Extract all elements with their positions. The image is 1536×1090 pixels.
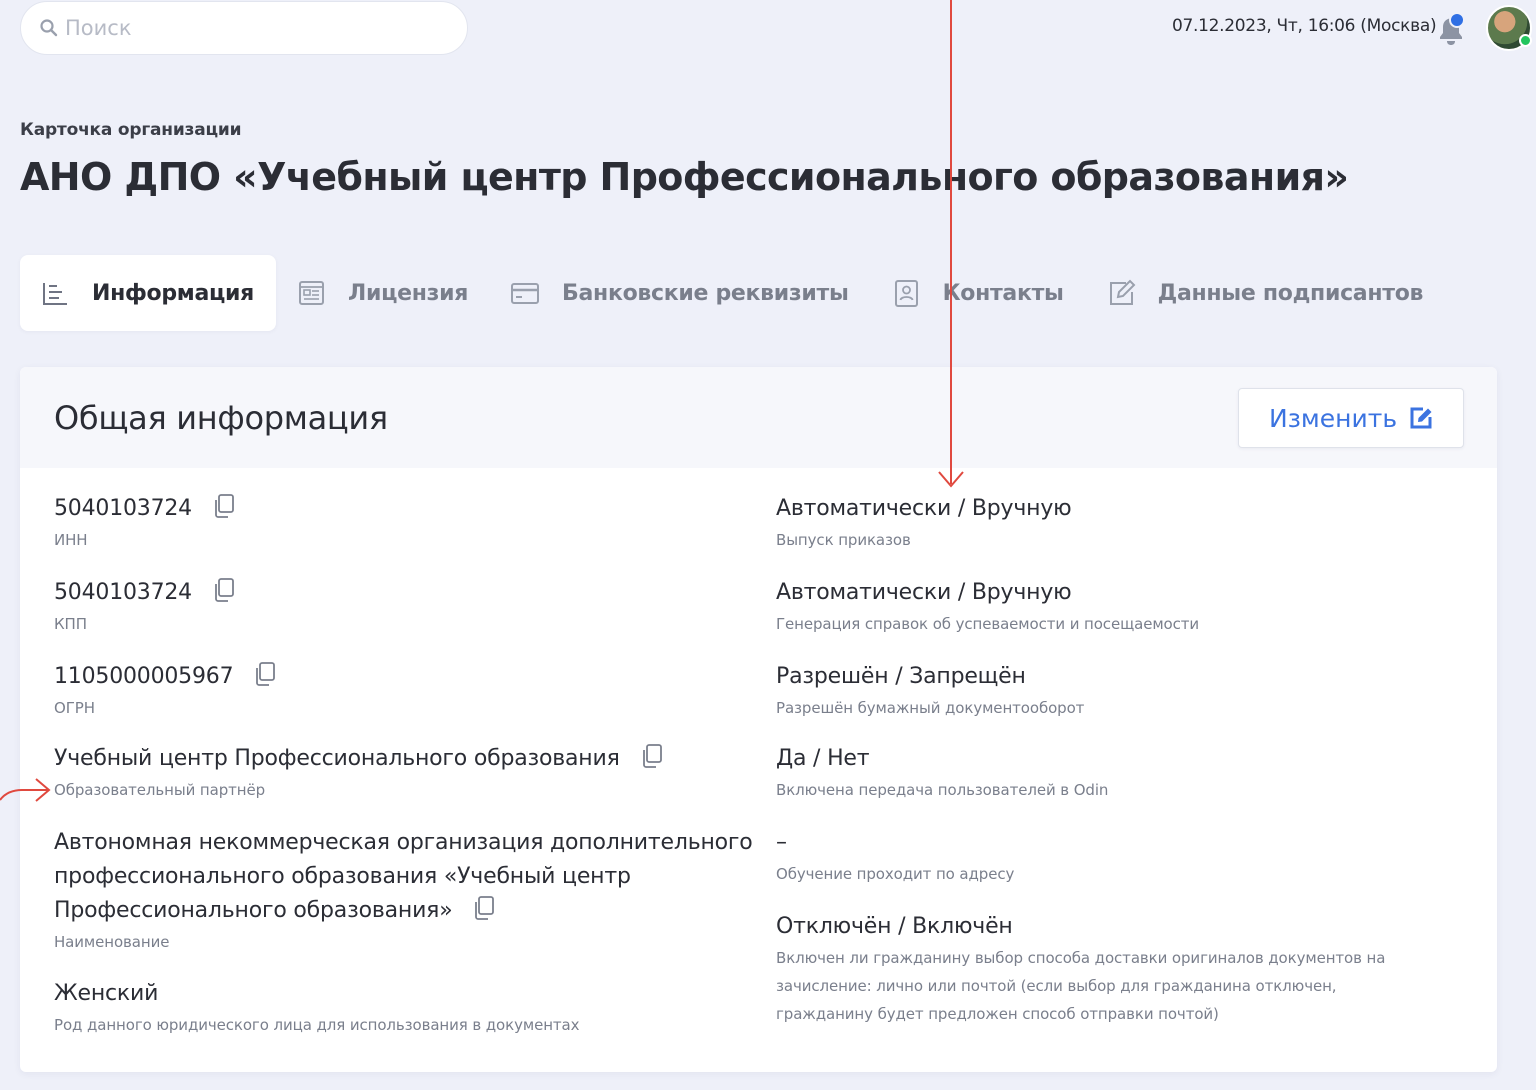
search-bar[interactable] — [20, 1, 468, 55]
orders-value: Автоматически / Вручную — [776, 496, 1072, 521]
datetime: 07.12.2023, Чт, 16:06 (Москва) — [1172, 16, 1437, 36]
inn-value: 5040103724 — [54, 492, 236, 526]
tab-license[interactable]: Лицензия — [276, 255, 490, 331]
kpp-label: КПП — [54, 615, 87, 633]
card-icon — [511, 283, 540, 304]
partner-label: Образовательный партнёр — [54, 781, 266, 799]
edit-icon — [1109, 279, 1136, 305]
copy-icon[interactable] — [212, 493, 236, 519]
partner-value: Учебный центр Профессионального образова… — [54, 742, 664, 776]
partner-field: Учебный центр Профессионального образова… — [54, 742, 664, 804]
certificates-label: Генерация справок об успеваемости и посе… — [776, 615, 1200, 633]
edit-button[interactable]: Изменить — [1238, 388, 1464, 448]
kpp-field: 5040103724 КПП — [54, 576, 236, 638]
copy-icon[interactable] — [253, 661, 277, 687]
certificates-value: Автоматически / Вручную — [776, 580, 1072, 605]
avatar[interactable] — [1486, 5, 1532, 51]
delivery-label: Включен ли гражданину выбор способа дост… — [776, 949, 1386, 1023]
copy-icon[interactable] — [472, 895, 496, 921]
delivery-field: Отключён / Включён Включен ли гражданину… — [776, 910, 1406, 1028]
ogrn-field: 1105000005967 ОГРН — [54, 660, 277, 722]
contact-icon — [894, 280, 918, 307]
paper-docs-value: Разрешён / Запрещён — [776, 664, 1026, 689]
tab-bank-details[interactable]: Банковские реквизиты — [490, 255, 871, 331]
breadcrumb: Карточка организации — [20, 120, 242, 140]
edit-icon — [1410, 407, 1432, 429]
address-value: – — [776, 830, 787, 855]
odin-label: Включена передача пользователей в Odin — [776, 781, 1109, 799]
gender-value: Женский — [54, 981, 159, 1006]
certificates-field: Автоматически / Вручную Генерация справо… — [776, 576, 1199, 638]
inn-label: ИНН — [54, 531, 88, 549]
name-label: Наименование — [54, 933, 170, 951]
tabs: Информация Лицензия Банковские реквизиты… — [20, 255, 1445, 331]
inn-field: 5040103724 ИНН — [54, 492, 236, 554]
orders-label: Выпуск приказов — [776, 531, 911, 549]
list-icon — [43, 283, 67, 305]
online-status-dot — [1519, 34, 1532, 47]
search-icon — [40, 19, 58, 37]
tab-signers[interactable]: Данные подписантов — [1086, 255, 1446, 331]
orders-field: Автоматически / Вручную Выпуск приказов — [776, 492, 1072, 554]
tab-label: Контакты — [942, 280, 1064, 306]
tab-label: Банковские реквизиты — [562, 280, 849, 306]
paper-docs-field: Разрешён / Запрещён Разрешён бумажный до… — [776, 660, 1084, 722]
tab-label: Лицензия — [347, 280, 469, 306]
ogrn-value: 1105000005967 — [54, 660, 277, 694]
gender-label: Род данного юридического лица для исполь… — [54, 1016, 580, 1034]
search-input[interactable] — [65, 16, 445, 40]
card-header: Общая информация Изменить — [20, 367, 1497, 468]
copy-icon[interactable] — [640, 743, 664, 769]
kpp-value: 5040103724 — [54, 576, 236, 610]
odin-field: Да / Нет Включена передача пользователей… — [776, 742, 1108, 804]
gender-field: Женский Род данного юридического лица дл… — [54, 977, 580, 1039]
name-field: Автономная некоммерческая организация до… — [54, 826, 754, 956]
tab-label: Данные подписантов — [1157, 280, 1424, 306]
name-value: Автономная некоммерческая организация до… — [54, 830, 753, 923]
copy-icon[interactable] — [212, 577, 236, 603]
delivery-value: Отключён / Включён — [776, 914, 1013, 939]
paper-docs-label: Разрешён бумажный документооборот — [776, 699, 1085, 717]
edit-button-label: Изменить — [1268, 403, 1398, 433]
bell-icon[interactable] — [1434, 12, 1468, 48]
odin-value: Да / Нет — [776, 746, 870, 771]
address-label: Обучение проходит по адресу — [776, 865, 1015, 883]
page-title: АНО ДПО «Учебный центр Профессионального… — [20, 155, 1349, 199]
document-icon — [298, 281, 324, 305]
address-field: – Обучение проходит по адресу — [776, 826, 1014, 888]
tab-label: Информация — [92, 280, 254, 306]
general-info-card: Общая информация Изменить 5040103724 ИНН… — [20, 367, 1497, 1072]
tab-contacts[interactable]: Контакты — [871, 255, 1086, 331]
tab-information[interactable]: Информация — [20, 255, 276, 331]
card-title: Общая информация — [54, 399, 388, 437]
ogrn-label: ОГРН — [54, 699, 95, 717]
